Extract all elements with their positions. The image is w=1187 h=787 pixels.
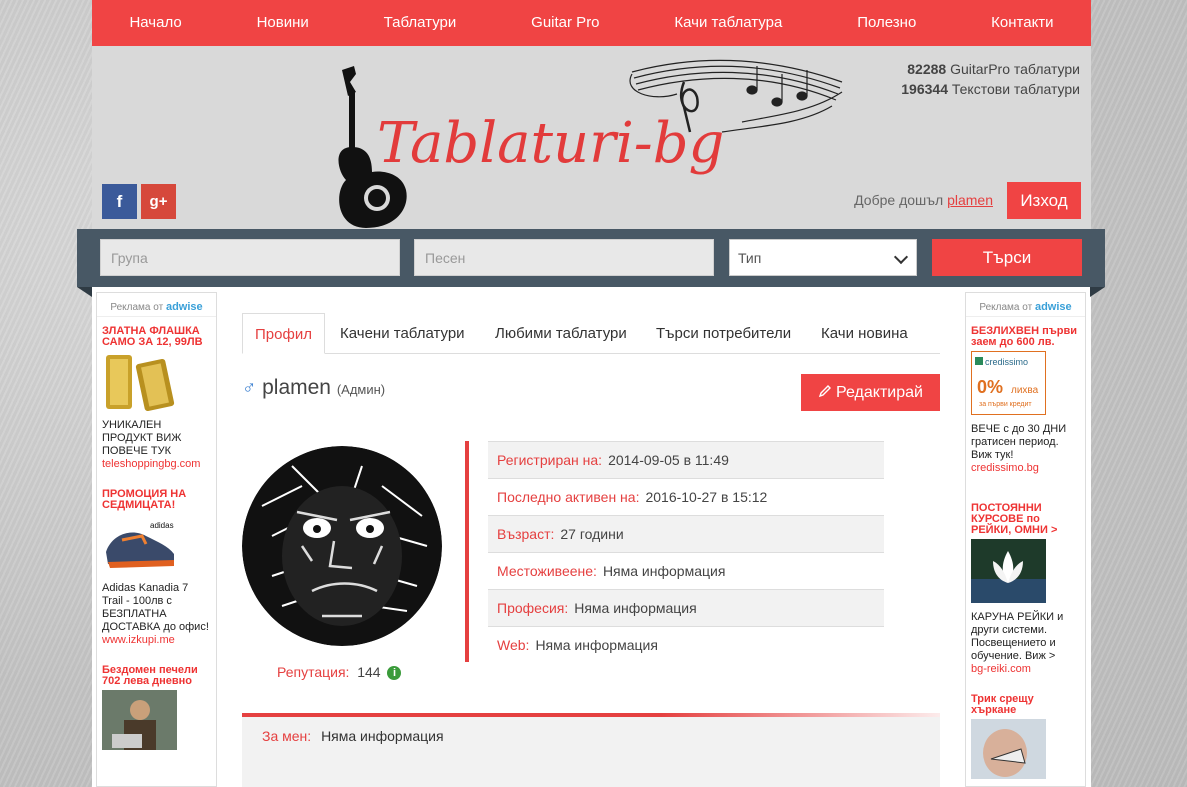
shoe-image: adidas	[106, 521, 174, 568]
logout-button[interactable]: Изход	[1007, 182, 1081, 219]
search-button[interactable]: Търси	[932, 239, 1082, 276]
top-navigation: Начало Новини Таблатури Guitar Pro Качи …	[92, 0, 1091, 46]
searchbar-fold-right	[1090, 287, 1105, 297]
lotus-image	[971, 539, 1046, 603]
svg-text:лихва: лихва	[1011, 385, 1039, 396]
ad-item[interactable]: Трик срещу хъркане	[966, 694, 1085, 786]
song-input[interactable]: Песен	[414, 239, 714, 276]
male-icon: ♂	[242, 378, 257, 399]
searchbar-fold-left	[77, 287, 92, 297]
site-header: Tablaturi-bg 82288 GuitarPro таблатури 1…	[92, 46, 1091, 229]
type-select-value: Тип	[738, 250, 762, 266]
username-link[interactable]: plamen	[947, 192, 993, 208]
ad-column-left: Реклама от adwise ЗЛАТНА ФЛАШКА САМО ЗА …	[96, 292, 217, 787]
search-bar: Група Песен Тип Търси	[77, 229, 1105, 287]
reputation-label: Репутация:	[277, 664, 350, 680]
svg-text:adidas: adidas	[150, 521, 174, 530]
profile-info-table: Регистриран на: 2014-09-05 в 11:49 Послед…	[488, 441, 884, 663]
svg-text:0%: 0%	[977, 377, 1003, 397]
ad-item[interactable]: ПОСТОЯННИ КУРСОВЕ по РЕЙКИ, ОМНИ > КАРУН…	[966, 503, 1085, 676]
edit-profile-button[interactable]: Редактирай	[801, 374, 940, 411]
reputation-value: 144	[357, 664, 381, 680]
group-input[interactable]: Група	[100, 239, 400, 276]
reputation: Репутация: 144 i	[277, 664, 402, 680]
snoring-image	[971, 719, 1046, 779]
svg-text:за първи кредит: за първи кредит	[979, 401, 1032, 408]
profile-username: plamen	[262, 376, 331, 399]
info-row-last-active: Последно активен на: 2016-10-27 в 15:12	[488, 478, 884, 515]
tab-uploaded-tabs[interactable]: Качени таблатури	[340, 313, 465, 354]
edit-profile-label: Редактирай	[836, 384, 923, 401]
svg-text:credissimo: credissimo	[985, 357, 1028, 367]
nav-home[interactable]: Начало	[92, 0, 219, 46]
facebook-button[interactable]: f	[102, 184, 137, 219]
gold-flash-image	[106, 355, 175, 412]
profile-divider	[465, 441, 469, 662]
info-row-registered: Регистриран на: 2014-09-05 в 11:49	[488, 441, 884, 478]
ad-header: Реклама от adwise	[97, 293, 216, 317]
ad-header: Реклама от adwise	[966, 293, 1085, 317]
ad-item[interactable]: ЗЛАТНА ФЛАШКА САМО ЗА 12, 99ЛВ УНИКАЛЕН …	[97, 326, 216, 471]
pencil-icon	[818, 385, 832, 398]
tab-profile[interactable]: Профил	[242, 313, 325, 354]
credissimo-image: credissimo 0% лихва за първи кредит	[971, 351, 1046, 415]
tab-upload-news[interactable]: Качи новина	[821, 313, 908, 354]
tab-search-users[interactable]: Търси потребители	[656, 313, 791, 354]
googleplus-button[interactable]: g+	[141, 184, 176, 219]
person-laptop-image	[102, 690, 177, 750]
ad-item[interactable]: Бездомен печели 702 лева дневно	[97, 665, 216, 758]
info-icon[interactable]: i	[387, 666, 402, 680]
ad-item[interactable]: БЕЗЛИХВЕН първи заем до 600 лв. credissi…	[966, 326, 1085, 475]
about-label: За мен:	[262, 728, 312, 744]
profile-tabs: Профил Качени таблатури Любими таблатури…	[242, 313, 940, 354]
logo-text: Tablaturi-bg	[377, 111, 724, 176]
nav-useful[interactable]: Полезно	[820, 0, 954, 46]
welcome-label: Добре дошъл	[854, 192, 944, 208]
profile-name: ♂ plamen (Админ)	[242, 376, 385, 400]
stat-text-tabs: 196344 Текстови таблатури	[901, 81, 1080, 97]
info-row-profession: Професия: Няма информация	[488, 589, 884, 626]
tab-favorite-tabs[interactable]: Любими таблатури	[495, 313, 627, 354]
site-stats: 82288 GuitarPro таблатури 196344 Текстов…	[901, 59, 1080, 99]
info-row-age: Възраст: 27 години	[488, 515, 884, 552]
ad-column-right: Реклама от adwise БЕЗЛИХВЕН първи заем д…	[965, 292, 1086, 787]
stat-guitarpro: 82288 GuitarPro таблатури	[907, 61, 1080, 77]
info-row-location: Местоживеене: Няма информация	[488, 552, 884, 589]
info-row-web: Web: Няма информация	[488, 626, 884, 663]
chevron-down-icon	[893, 249, 909, 265]
site-logo[interactable]: Tablaturi-bg	[332, 52, 852, 230]
type-select[interactable]: Тип	[729, 239, 917, 276]
nav-tabs[interactable]: Таблатури	[346, 0, 494, 46]
nav-upload-tab[interactable]: Качи таблатура	[637, 0, 820, 46]
about-value: Няма информация	[321, 728, 444, 744]
about-section: За мен: Няма информация	[242, 717, 940, 787]
ad-item[interactable]: ПРОМОЦИЯ НА СЕДМИЦАТА! adidas Adidas Kan…	[97, 489, 216, 647]
nav-guitar-pro[interactable]: Guitar Pro	[494, 0, 637, 46]
nav-news[interactable]: Новини	[219, 0, 346, 46]
welcome-message: Добре дошъл plamen	[854, 192, 993, 208]
avatar	[242, 446, 442, 646]
nav-contacts[interactable]: Контакти	[954, 0, 1091, 46]
profile-role: (Админ)	[336, 382, 386, 397]
